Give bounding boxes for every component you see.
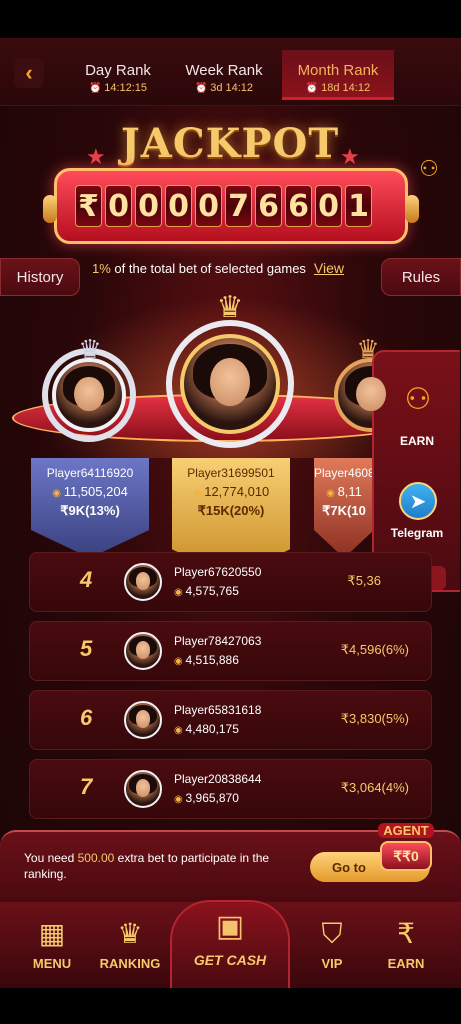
table-row[interactable]: 7 Player20838644 3,965,870 ₹3,064(4%) xyxy=(29,759,432,819)
row-score: 4,575,765 xyxy=(174,584,239,598)
jackpot-digits: ₹ 0 0 0 0 7 6 6 0 1 xyxy=(75,185,372,227)
user-rank-icon[interactable]: ⚇ xyxy=(414,156,444,186)
player-score: 11,505,204 xyxy=(31,484,149,499)
agent-badge-label: AGENT xyxy=(378,823,434,838)
tab-month-rank[interactable]: Month Rank 18d 14:12 xyxy=(282,50,394,100)
rank-header: ‹ Day Rank 14:12:15 Week Rank 3d 14:12 M… xyxy=(0,38,461,106)
jackpot-digit: 7 xyxy=(225,185,252,227)
nav-label: EARN xyxy=(387,956,425,971)
jackpot-note-percent: 1% xyxy=(92,261,111,276)
view-link[interactable]: View xyxy=(314,260,344,276)
avatar xyxy=(124,563,162,601)
nav-label: RANKING xyxy=(99,956,161,971)
tab-week-rank[interactable]: Week Rank 3d 14:12 xyxy=(168,50,280,100)
tab-countdown: 14:12:15 xyxy=(62,82,174,94)
nav-label: VIP xyxy=(321,956,343,971)
nav-menu[interactable]: ▦ MENU xyxy=(12,914,92,971)
jackpot-title: JACKPOT xyxy=(120,120,340,167)
agent-text-before: You need xyxy=(24,851,78,865)
player-score: 8,11 xyxy=(314,484,374,499)
ranking-screen: ‹ Day Rank 14:12:15 Week Rank 3d 14:12 M… xyxy=(0,38,461,988)
jackpot-counter: ₹ 0 0 0 0 7 6 6 0 1 xyxy=(43,168,419,244)
nav-earn[interactable]: ₹ EARN xyxy=(366,914,446,971)
side-telegram-label[interactable]: Telegram xyxy=(374,526,460,540)
player-name: Player46083316 xyxy=(314,466,402,480)
row-score: 4,515,886 xyxy=(174,653,239,667)
table-row[interactable]: 5 Player78427063 4,515,886 ₹4,596(6%) xyxy=(29,621,432,681)
row-reward: ₹3,830(5%) xyxy=(340,711,409,726)
player-name: Player31699501 xyxy=(187,466,275,480)
row-rank: 5 xyxy=(80,636,93,661)
treasure-chest-icon: ▣ xyxy=(215,910,245,943)
bottom-nav: ▦ MENU ♛ RANKING ▣ GET CASH ⛉ VIP ₹ EARN xyxy=(0,900,461,988)
avatar xyxy=(124,701,162,739)
tab-countdown: 3d 14:12 xyxy=(168,82,280,94)
counter-knob xyxy=(43,195,57,223)
table-row[interactable]: 6 Player65831618 4,480,175 ₹3,830(5%) xyxy=(29,690,432,750)
vip-shield-icon: ⛉ xyxy=(321,918,343,949)
player-reward: ₹9K(13%) xyxy=(60,503,120,518)
player-reward: ₹7K(10 xyxy=(322,503,366,518)
table-row[interactable]: 4 Player67620550 4,575,765 ₹5,36 xyxy=(29,552,432,612)
side-earn-label[interactable]: EARN xyxy=(374,434,460,448)
player-reward: ₹15K(20%) xyxy=(197,503,265,518)
row-reward: ₹4,596(6%) xyxy=(340,642,409,657)
row-reward: ₹5,36 xyxy=(347,573,381,588)
avatar-rank-2[interactable] xyxy=(52,358,126,432)
row-player-name: Player78427063 xyxy=(174,634,262,648)
jackpot-digit: 0 xyxy=(195,185,222,227)
podium-card-2: Player64116920 11,505,204 ₹9K(13%) xyxy=(31,458,149,558)
trophy-icon: ♛ xyxy=(117,918,143,949)
rupee-coin-icon: ₹ xyxy=(397,918,415,949)
avatar xyxy=(124,632,162,670)
tab-label: Week Rank xyxy=(185,62,263,79)
telegram-icon[interactable]: ➤ xyxy=(399,482,437,520)
nav-ranking[interactable]: ♛ RANKING xyxy=(90,914,170,971)
jackpot-digit: 6 xyxy=(255,185,282,227)
row-player-name: Player20838644 xyxy=(174,772,262,786)
jackpot-digit: 1 xyxy=(345,185,372,227)
tab-day-rank[interactable]: Day Rank 14:12:15 xyxy=(62,50,174,100)
row-rank: 7 xyxy=(80,774,93,799)
row-score: 3,965,870 xyxy=(174,791,239,805)
menu-grid-icon: ▦ xyxy=(38,918,66,949)
gold-crown-icon: ♛ xyxy=(216,291,244,324)
jackpot-digit: 6 xyxy=(285,185,312,227)
jackpot-note-text: of the total bet of selected games xyxy=(110,261,306,276)
row-player-name: Player67620550 xyxy=(174,565,262,579)
row-player-name: Player65831618 xyxy=(174,703,262,717)
agent-slot-icon: ₹₹0 xyxy=(380,841,432,871)
nav-get-cash[interactable]: ▣ GET CASH xyxy=(170,900,290,988)
nav-vip[interactable]: ⛉ VIP xyxy=(292,914,372,971)
jackpot-digit: 0 xyxy=(165,185,192,227)
row-rank: 6 xyxy=(80,705,93,730)
row-rank: 4 xyxy=(80,567,93,592)
row-reward: ₹3,064(4%) xyxy=(340,780,409,795)
nav-label: GET CASH xyxy=(193,952,267,968)
avatar xyxy=(124,770,162,808)
tab-label: Day Rank xyxy=(85,62,151,79)
back-arrow-icon[interactable]: ‹ xyxy=(14,58,44,88)
agent-requirement-text: You need 500.00 extra bet to participate… xyxy=(24,850,284,882)
tab-label: Month Rank xyxy=(297,62,379,79)
jackpot-digit: 0 xyxy=(105,185,132,227)
agent-badge[interactable]: AGENT ₹₹0 xyxy=(378,823,444,877)
player-name: Player64116920 xyxy=(46,466,134,480)
jackpot-digit: 0 xyxy=(135,185,162,227)
player-score: 12,774,010 xyxy=(172,484,290,499)
jackpot-digit: 0 xyxy=(315,185,342,227)
agent-amount: 500.00 xyxy=(77,851,115,865)
currency-digit: ₹ xyxy=(75,185,102,227)
podium-card-3: Player46083316 8,11 ₹7K(10 xyxy=(314,458,374,558)
avatar-rank-1[interactable] xyxy=(180,334,280,434)
nav-label: MENU xyxy=(32,956,72,971)
row-score: 4,480,175 xyxy=(174,722,239,736)
earn-gift-icon[interactable]: ⚇ xyxy=(400,382,436,422)
jackpot-note: 1% of the total bet of selected games Vie… xyxy=(92,260,344,276)
tab-countdown: 18d 14:12 xyxy=(282,82,394,94)
silver-crown-icon: ♛ xyxy=(78,334,102,364)
counter-knob xyxy=(405,195,419,223)
